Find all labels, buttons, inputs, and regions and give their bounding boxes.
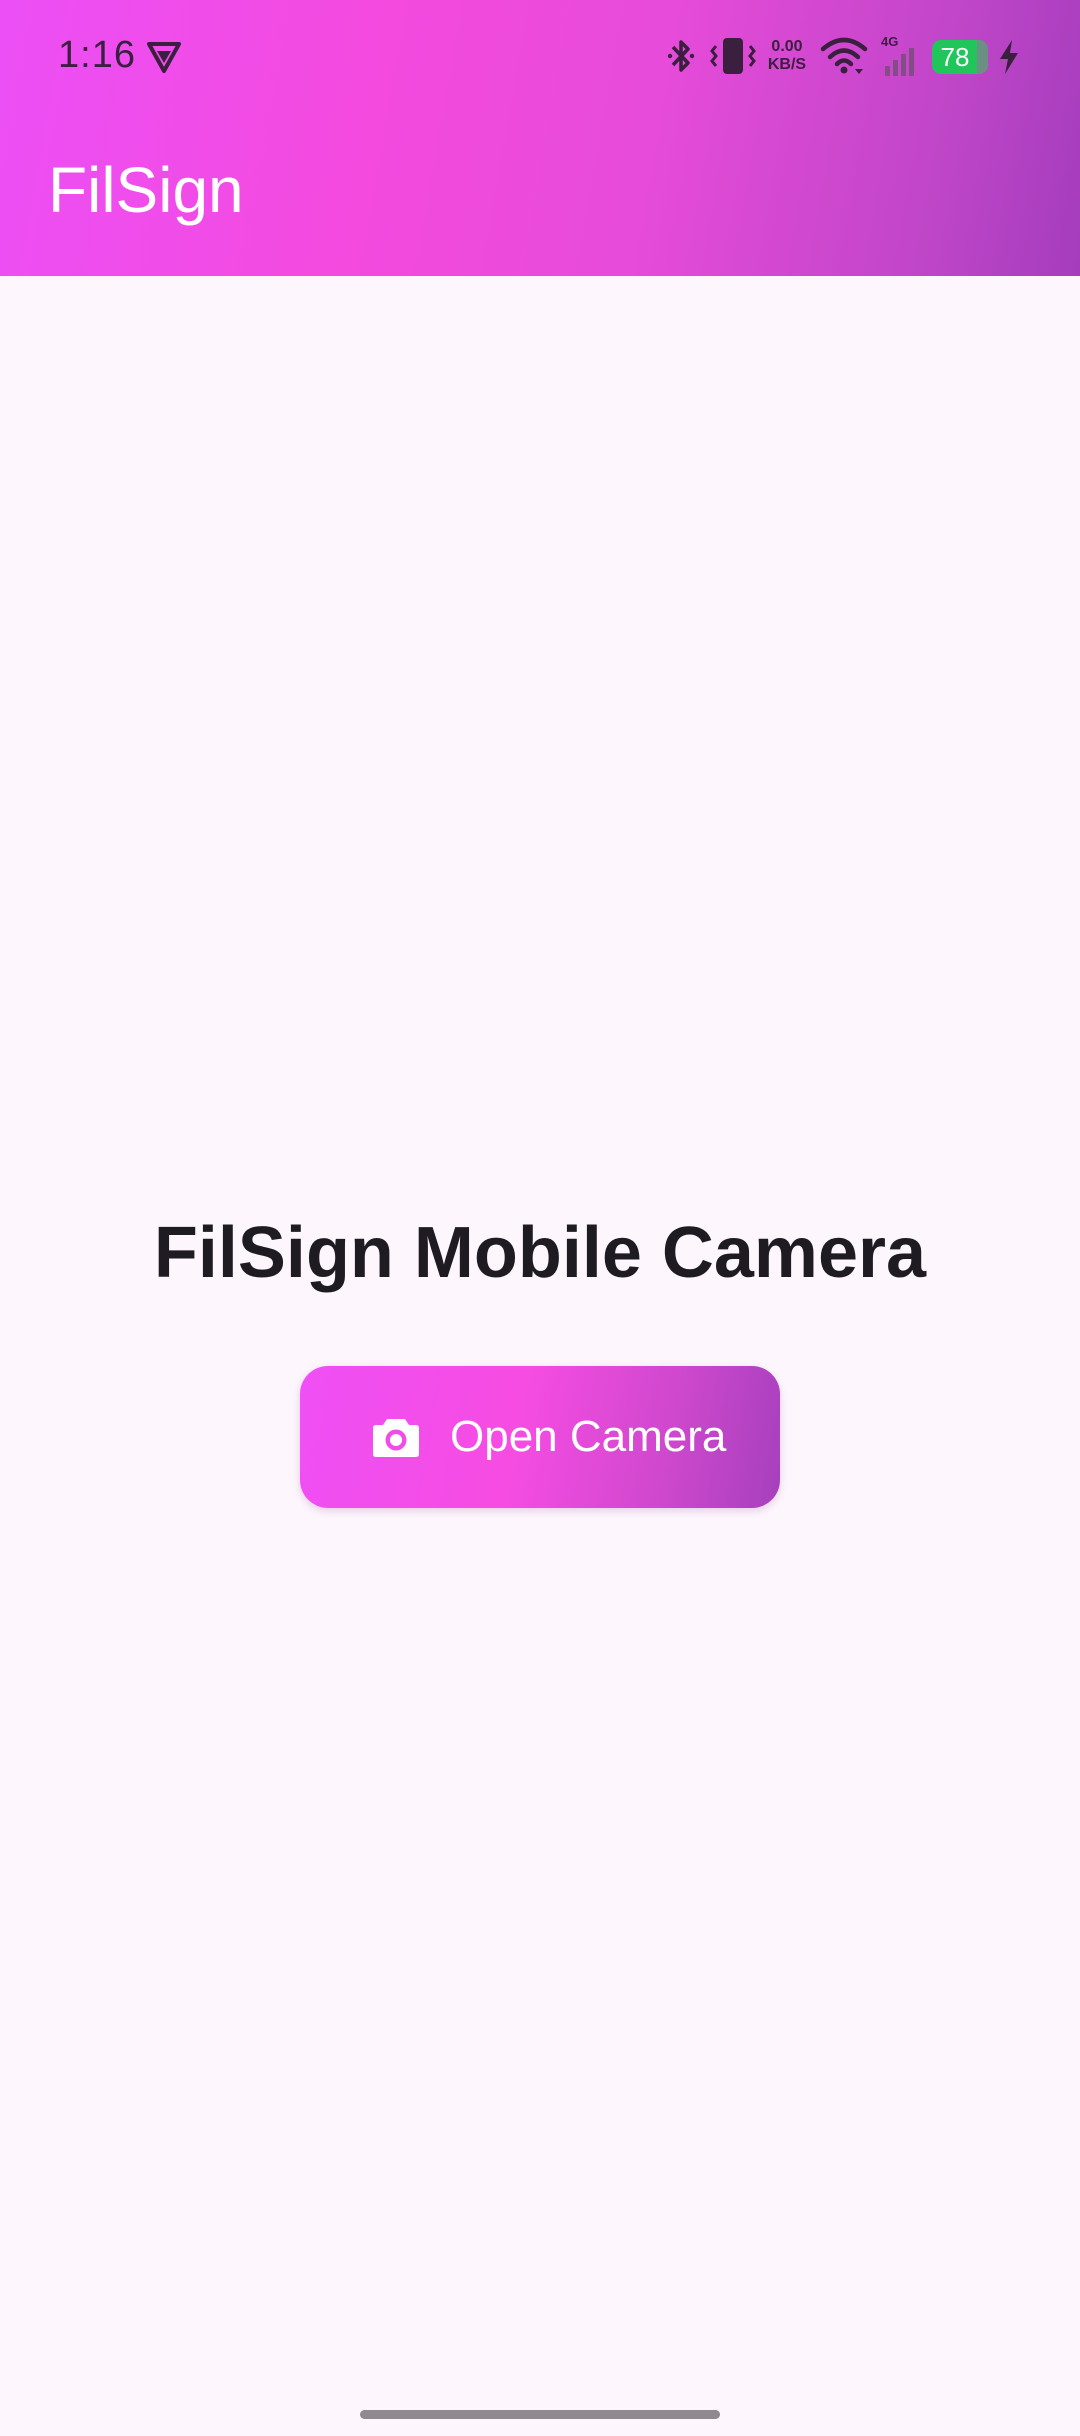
battery-empty-segment <box>977 40 988 74</box>
status-time: 1:16 <box>58 34 136 76</box>
open-camera-label: Open Camera <box>450 1412 727 1461</box>
network-speed-unit: KB/S <box>767 56 807 73</box>
vibrate-icon <box>710 38 756 74</box>
charging-icon <box>1000 40 1018 74</box>
camera-icon <box>373 1419 419 1457</box>
network-speed-value: 0.00 <box>771 38 803 55</box>
vpn-shield-icon <box>147 42 181 73</box>
app-title: FilSign <box>48 154 244 226</box>
open-camera-button[interactable]: Open Camera <box>300 1366 780 1508</box>
network-speed: 0.00 KB/S <box>766 38 808 74</box>
app-header: 1:16 0.00 KB/S 4G 78 FilSign <box>0 0 1080 276</box>
main-heading: FilSign Mobile Camera <box>153 1213 927 1293</box>
cellular-signal-icon: 4G <box>881 34 914 76</box>
battery-icon: 78 <box>932 40 988 74</box>
battery-level: 78 <box>940 42 970 72</box>
app-screen: 1:16 0.00 KB/S 4G 78 FilSign FilSign Mob… <box>0 0 1080 2436</box>
bluetooth-icon <box>667 40 695 72</box>
wifi-icon <box>820 37 868 74</box>
status-bar: 1:16 0.00 KB/S 4G 78 <box>0 0 1080 116</box>
signal-type-label: 4G <box>881 34 898 49</box>
home-indicator[interactable] <box>360 2410 720 2419</box>
